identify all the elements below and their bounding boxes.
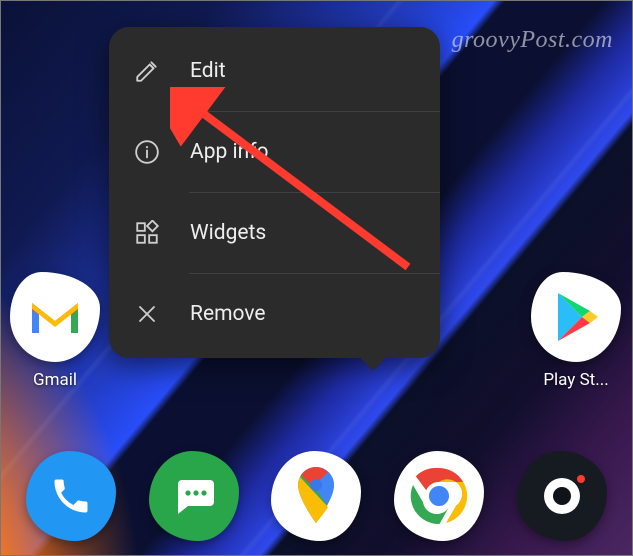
menu-item-app-info[interactable]: App info [109, 112, 440, 192]
dock-app-phone[interactable] [26, 451, 116, 541]
app-label: Gmail [33, 370, 77, 390]
maps-icon [293, 467, 339, 525]
dock-app-maps[interactable] [271, 451, 361, 541]
phone-icon [49, 474, 93, 518]
pencil-icon [134, 58, 160, 84]
menu-item-remove[interactable]: Remove [109, 274, 440, 354]
messages-icon [170, 472, 218, 520]
menu-item-label: App info [190, 140, 268, 164]
app-context-menu: Edit App info Widgets Remove [109, 27, 440, 358]
menu-item-edit[interactable]: Edit [109, 31, 440, 111]
close-icon [134, 301, 160, 327]
dock [0, 436, 633, 556]
play-store-icon [531, 272, 621, 362]
app-gmail[interactable]: Gmail [10, 272, 100, 390]
dock-app-messages[interactable] [149, 451, 239, 541]
dock-app-chrome[interactable] [394, 451, 484, 541]
menu-item-label: Widgets [190, 221, 266, 245]
chrome-icon [408, 465, 470, 527]
menu-item-label: Edit [190, 59, 226, 83]
gmail-icon [10, 272, 100, 362]
info-icon [134, 139, 160, 165]
dock-app-camera[interactable] [517, 451, 607, 541]
app-label: Play St... [543, 370, 608, 390]
menu-item-widgets[interactable]: Widgets [109, 193, 440, 273]
camera-icon [532, 466, 592, 526]
menu-item-label: Remove [190, 302, 266, 326]
app-play-store[interactable]: Play St... [531, 272, 621, 390]
widgets-icon [134, 220, 160, 246]
watermark-text: groovyPost.com [452, 27, 613, 54]
